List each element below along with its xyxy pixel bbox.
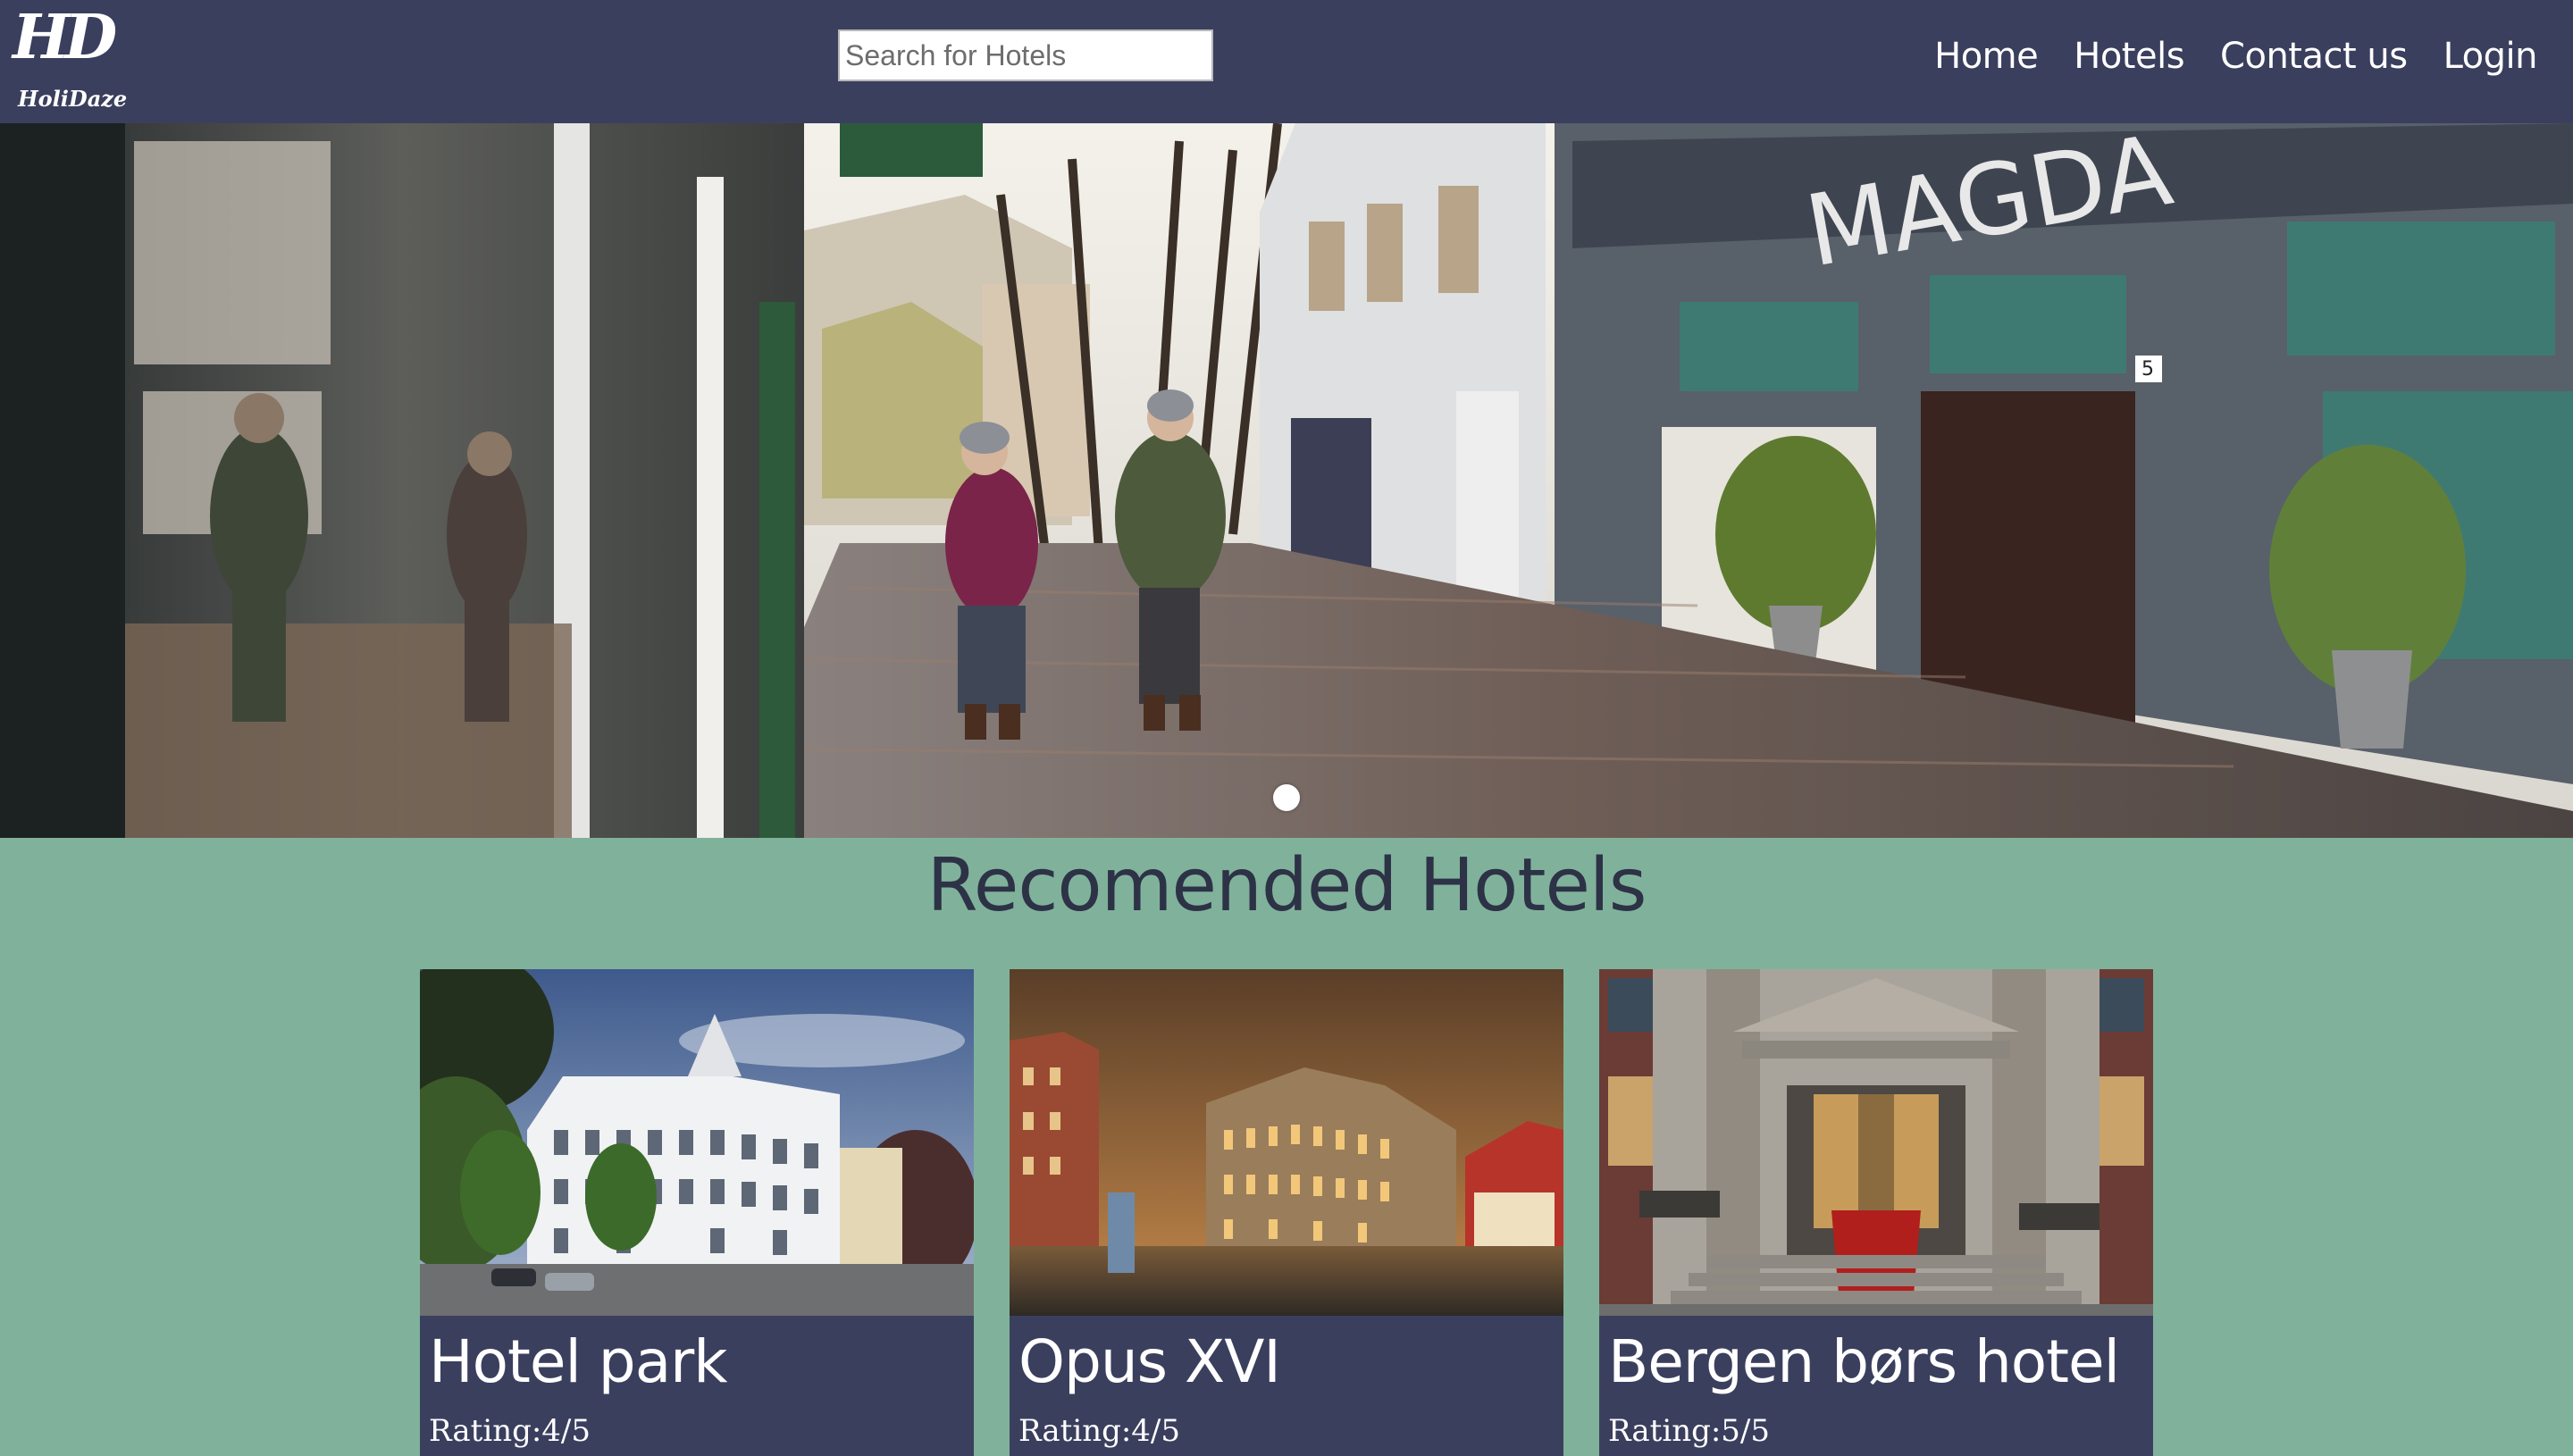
logo-mark: HD	[13, 2, 117, 73]
hotel-card[interactable]: Hotel park Rating:4/5	[420, 969, 974, 1456]
house-number: 5	[2141, 358, 2154, 381]
hotel-name: Bergen børs hotel	[1608, 1327, 2120, 1396]
site-logo[interactable]: HD HoliDaze	[13, 5, 147, 118]
hero-image: MAGDA 5	[0, 123, 2573, 838]
hotel-name: Hotel park	[429, 1327, 728, 1396]
hotel-image	[1599, 969, 2153, 1316]
hotel-rating: Rating:4/5	[429, 1413, 591, 1449]
hotel-rating: Rating:5/5	[1608, 1413, 1771, 1449]
carousel-indicator-dot[interactable]	[1273, 784, 1300, 811]
hero-carousel: MAGDA 5	[0, 123, 2573, 838]
nav-link-hotels[interactable]: Hotels	[2074, 29, 2184, 84]
hotel-image	[420, 969, 974, 1316]
nav-link-login[interactable]: Login	[2443, 29, 2538, 84]
section-title: Recomended Hotels	[926, 843, 1647, 928]
logo-text: HoliDaze	[18, 86, 128, 112]
hotel-rating: Rating:4/5	[1018, 1413, 1181, 1449]
hotel-name: Opus XVI	[1018, 1327, 1281, 1396]
hotel-card[interactable]: Bergen børs hotel Rating:5/5	[1599, 969, 2153, 1456]
nav-link-home[interactable]: Home	[1934, 29, 2039, 84]
nav-link-contact[interactable]: Contact us	[2220, 29, 2408, 84]
navbar: HD HoliDaze Home Hotels Contact us Login	[0, 0, 2573, 123]
hotel-image	[1010, 969, 1563, 1316]
hotel-card[interactable]: Opus XVI Rating:4/5	[1010, 969, 1563, 1456]
search-input[interactable]	[838, 29, 1213, 81]
nav-menu: Home Hotels Contact us Login	[1934, 29, 2537, 84]
